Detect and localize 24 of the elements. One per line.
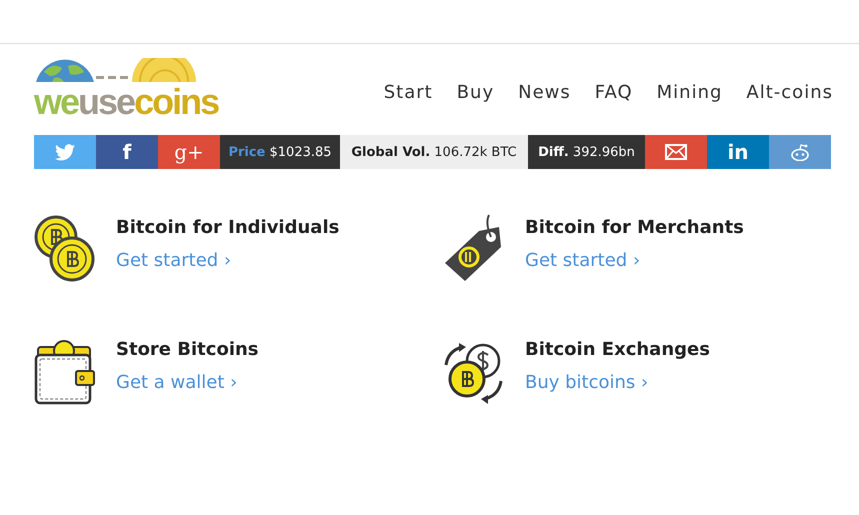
twitter-share-button[interactable] — [34, 135, 96, 169]
nav-link[interactable]: Start — [384, 82, 433, 103]
alien-head-icon — [790, 144, 810, 160]
nav-link[interactable]: News — [518, 82, 571, 103]
envelope-icon — [665, 144, 687, 160]
linkedin-share-button[interactable]: in — [707, 135, 769, 169]
reddit-share-button[interactable] — [769, 135, 831, 169]
stat-ticker: Diff. 392.96bn — [528, 135, 645, 169]
feature-title: Bitcoin Exchanges — [525, 339, 710, 360]
email-share-button[interactable] — [645, 135, 707, 169]
feature-title: Bitcoin for Merchants — [525, 217, 744, 238]
nav-link[interactable]: Alt-coins — [746, 82, 833, 103]
logo-text: weusecoins — [34, 82, 220, 122]
stat-ticker: Price $1023.85 — [220, 135, 340, 169]
logo-globe-coins-icon — [34, 58, 198, 82]
google-share-button[interactable]: g+ — [158, 135, 220, 169]
stat-ticker: Global Vol. 106.72k BTC — [340, 135, 528, 169]
feature-title: Bitcoin for Individuals — [116, 217, 340, 238]
nav-link[interactable]: Buy — [456, 82, 494, 103]
facebook-share-button[interactable]: f — [96, 135, 158, 169]
nav-link[interactable]: FAQ — [594, 82, 633, 103]
bird-icon — [55, 144, 75, 160]
feature-title: Store Bitcoins — [116, 339, 259, 360]
nav-link[interactable]: Mining — [656, 82, 722, 103]
